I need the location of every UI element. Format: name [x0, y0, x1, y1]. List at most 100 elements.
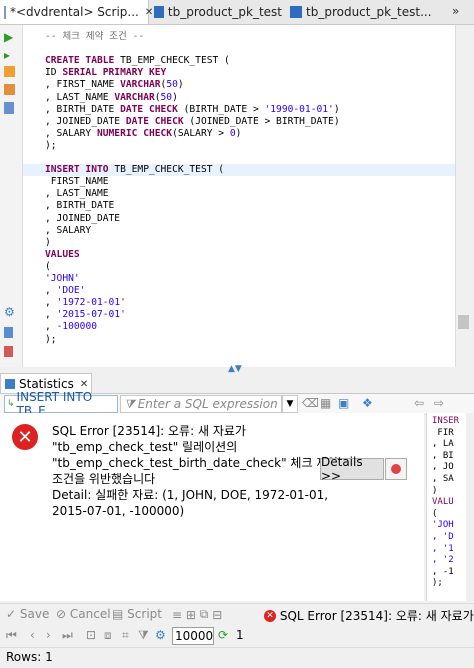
previous-page-icon[interactable]: ‹: [30, 628, 35, 642]
code-line: );: [45, 334, 57, 346]
execute-statement-icon[interactable]: ▶: [4, 30, 18, 44]
error-detail-line: 2015-07-01, -100000): [52, 504, 185, 518]
code-token: '1990-01-01': [264, 103, 334, 115]
cancel-button[interactable]: ⊘ Cancel: [56, 607, 111, 621]
load-plan-icon[interactable]: [4, 84, 15, 95]
tab-label: tb_product_pk_test...: [306, 5, 432, 19]
gear-icon[interactable]: ⚙: [155, 628, 166, 642]
code-token: FIRST_NAME: [45, 176, 109, 188]
cancel-label: Cancel: [69, 607, 111, 621]
tab-tb-product-pk-test[interactable]: tb_product_pk_test: [150, 0, 282, 24]
apply-filter-icon[interactable]: ▦: [320, 396, 331, 410]
code-token: -- 체크 제약 조건 --: [45, 31, 145, 42]
code-line: CREATE TABLE TB_EMP_CHECK_TEST (: [45, 55, 230, 67]
code-token: (BIRTH_DATE >: [177, 103, 265, 115]
status-bar: [0, 647, 474, 668]
delete-row-icon[interactable]: ⊟: [212, 608, 222, 622]
code-line: , BIRTH_DATE DATE CHECK (BIRTH_DATE > '1…: [45, 104, 340, 116]
sql-editor[interactable]: -- 체크 제약 조건 -- CREATE TABLE TB_EMP_CHECK_…: [23, 25, 455, 367]
error-message-line: "tb_emp_check_test" 릴레이션의: [52, 440, 238, 454]
code-token: ): [45, 236, 51, 248]
copy-row-icon[interactable]: ⧉: [200, 607, 209, 622]
import-icon[interactable]: [4, 346, 13, 357]
explain-plan-icon[interactable]: [4, 66, 15, 77]
tab-dvdrental-script[interactable]: *<dvdrental> Scrip... ✕: [0, 0, 153, 24]
code-token: , BIRTH_DATE: [45, 200, 115, 212]
save-button[interactable]: ✓ Save: [6, 607, 49, 621]
code-token: (: [45, 260, 51, 272]
error-message-line: "tb_emp_check_test_birth_date_check" 체크 …: [52, 456, 339, 470]
history-icon[interactable]: [4, 102, 14, 114]
code-token: , JOINED_DATE: [45, 115, 126, 127]
edit-row-icon[interactable]: ≡: [172, 608, 182, 622]
statistics-icon: [5, 379, 15, 389]
close-icon[interactable]: ✕: [80, 379, 88, 390]
code-line: VALUES: [45, 249, 80, 261]
code-line: , JOINED_DATE: [45, 213, 120, 225]
overflow-tabs-icon[interactable]: »: [452, 4, 459, 18]
cancel-icon: ⊘: [56, 607, 67, 621]
code-token: VARCHAR: [114, 91, 155, 103]
fetch-all-icon[interactable]: ⧈: [104, 628, 112, 643]
code-token: CREATE TABLE: [45, 55, 115, 67]
back-arrow-icon[interactable]: ⇦: [414, 396, 424, 410]
scrollbar-thumb[interactable]: [458, 315, 469, 329]
edit-tools[interactable]: ≡ ⊞ ⧉ ⊟: [172, 607, 222, 622]
code-token: VARCHAR: [120, 79, 161, 91]
code-token: ,: [45, 321, 57, 333]
code-line: -- 체크 제약 조건 --: [45, 31, 144, 43]
expression-dropdown-button[interactable]: ▼: [282, 395, 298, 413]
code-line: );: [45, 140, 57, 152]
forward-arrow-icon[interactable]: ⇨: [434, 396, 444, 410]
refresh-icon[interactable]: ⟳: [218, 628, 228, 642]
sql-query-select[interactable]: ↳ INSERT INTO TB_E: [4, 390, 118, 418]
code-line: , LAST_NAME VARCHAR(50): [45, 92, 178, 104]
error-message-line: SQL Error [23514]: 오류: 새 자료가: [52, 424, 246, 438]
code-token: DATE CHECK: [120, 103, 178, 115]
code-token: ,: [45, 309, 57, 321]
navigation-icon[interactable]: ❖: [362, 396, 373, 410]
fetch-page-icon[interactable]: ⊡: [86, 628, 96, 642]
table-icon: [290, 6, 302, 18]
fetch-size-input[interactable]: 10000: [172, 627, 214, 645]
rows-count: Rows: 1: [6, 650, 53, 664]
code-line: , '1972-01-01': [45, 297, 126, 309]
collapse-arrows-icon[interactable]: ▲▼: [228, 364, 242, 374]
code-token: 'JOHN': [45, 273, 80, 284]
first-page-icon[interactable]: ⏮: [6, 628, 17, 643]
execute-script-icon[interactable]: ▸: [4, 48, 18, 62]
refresh-count: 1: [236, 628, 244, 642]
details-button-label: Details >>: [321, 455, 363, 483]
code-line: , LAST_NAME: [45, 188, 109, 200]
filter-settings-icon[interactable]: ▣: [338, 396, 349, 410]
details-button[interactable]: Details >>: [320, 455, 384, 483]
clear-filter-icon[interactable]: ⌫: [302, 396, 319, 410]
error-status-icon: ✕: [264, 609, 276, 622]
preview-scrollbar[interactable]: [466, 413, 474, 601]
filter-icon[interactable]: ⧩: [138, 628, 149, 643]
code-token: DATE CHECK: [125, 115, 184, 127]
next-page-icon[interactable]: ›: [46, 628, 51, 642]
export-icon[interactable]: [4, 327, 13, 338]
error-log-button[interactable]: [385, 458, 407, 480]
status-error-message[interactable]: ✕ SQL Error [23514]: 오류: 새 자료가 ': [264, 607, 474, 624]
code-token: , JOINED_DATE: [45, 212, 121, 224]
code-token: ): [333, 103, 340, 115]
code-line: , BIRTH_DATE: [45, 200, 114, 212]
last-page-icon[interactable]: ⏭: [62, 628, 73, 643]
code-line: FIRST_NAME: [45, 176, 109, 188]
add-row-icon[interactable]: ⊞: [186, 608, 196, 622]
code-line: , -100000: [45, 321, 97, 333]
save-label: Save: [19, 607, 50, 621]
status-error-text: SQL Error [23514]: 오류: 새 자료가 ': [279, 609, 474, 623]
sql-expression-input[interactable]: ⧩ Enter a SQL expression: [120, 395, 282, 413]
code-line: ID SERIAL PRIMARY KEY: [45, 67, 166, 79]
sql-expression-placeholder: Enter a SQL expression: [137, 397, 278, 411]
tab-tb-product-pk-test-2[interactable]: tb_product_pk_test...: [286, 0, 436, 24]
script-label: Script: [127, 607, 162, 621]
settings-gear-icon[interactable]: ⚙: [4, 305, 18, 319]
code-token: , SALARY: [45, 127, 97, 139]
fetch-settings-icon[interactable]: ⌗: [122, 628, 129, 643]
code-token: ,: [45, 285, 57, 297]
script-button[interactable]: ▤ Script: [112, 607, 162, 621]
